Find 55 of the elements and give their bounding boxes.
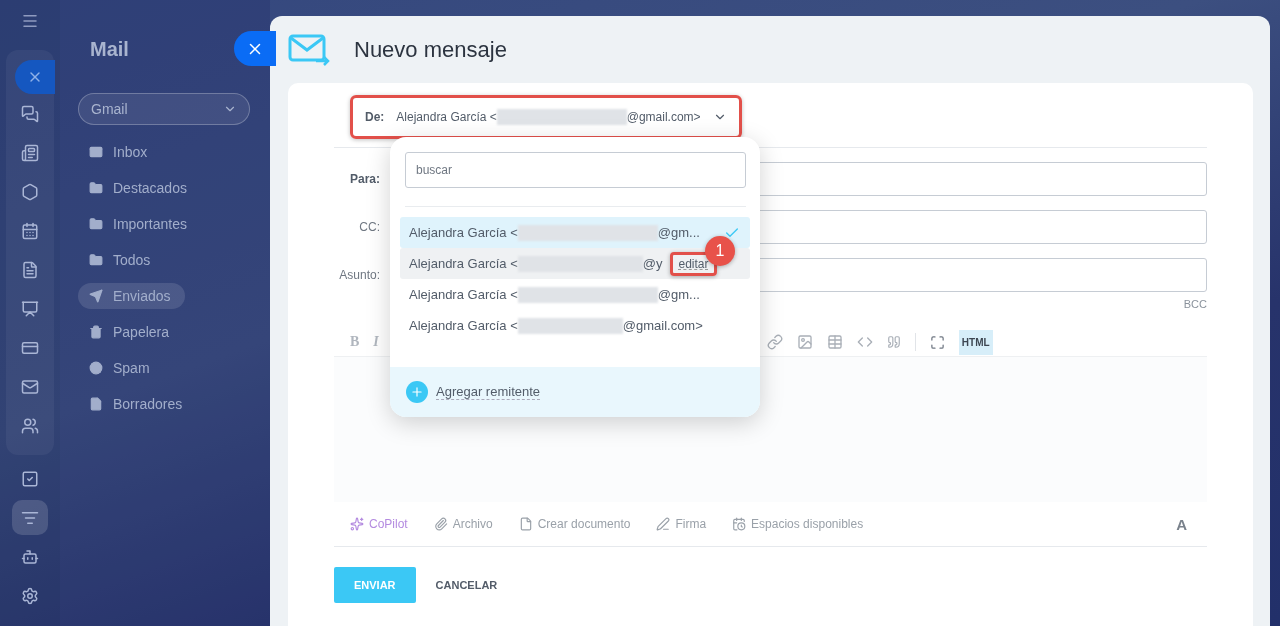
folder-item[interactable]: Enviados (78, 283, 185, 309)
sender-name: Alejandra García < (409, 318, 518, 333)
folder-icon (89, 253, 103, 267)
folder-item[interactable]: Spam (78, 355, 164, 381)
close-button[interactable] (234, 31, 276, 66)
folder-item[interactable]: Papelera (78, 319, 184, 345)
folder-item[interactable]: Inbox (78, 139, 162, 165)
cancel-button[interactable]: CANCELAR (429, 578, 504, 592)
field-label: Para: (348, 172, 380, 186)
sender-option[interactable]: Alejandra García < @gm... (400, 279, 750, 310)
paperclip-icon (433, 517, 448, 531)
html-button[interactable]: HTML (958, 329, 993, 355)
folder-item[interactable]: Destacados (78, 175, 201, 201)
link-icon[interactable] (766, 334, 783, 350)
copilot-icon (350, 517, 364, 531)
field-label: Asunto: (338, 268, 380, 282)
folder-icon (89, 181, 103, 195)
sender-domain: @y (642, 256, 663, 271)
sender-domain: @gmail.com> (622, 318, 703, 333)
trash-icon (89, 325, 103, 339)
add-sender-link[interactable]: Agregar remitente (436, 384, 541, 400)
folder-icon (89, 217, 103, 231)
sender-name: Alejandra García < (409, 256, 518, 271)
sender-domain: @gm... (657, 225, 700, 240)
account-select[interactable]: Gmail (78, 93, 250, 125)
panel-title: Mail (90, 38, 129, 61)
folder-item[interactable]: Borradores (78, 391, 197, 417)
fullscreen-icon[interactable] (929, 334, 945, 350)
calendar-icon (732, 517, 747, 531)
image-icon[interactable] (796, 334, 813, 350)
sender-domain: @gmail.com> (626, 110, 701, 124)
font-button[interactable]: A (1176, 515, 1187, 533)
menu-icon[interactable] (21, 12, 39, 30)
field-label: CC: (358, 220, 380, 234)
send-icon (89, 289, 103, 303)
sender-option[interactable]: Alejandra García < @gmail.com> (400, 310, 750, 341)
from-label: De: (365, 110, 385, 124)
document-icon (518, 517, 533, 531)
sender-name: Alejandra García < (409, 287, 518, 302)
close-button[interactable] (15, 60, 55, 94)
compose-action[interactable]: Archivo (433, 517, 493, 531)
sender-name: Alejandra García < (396, 110, 497, 124)
compose-title: Nuevo mensaje (354, 36, 507, 63)
compose-action[interactable]: CoPilot (350, 517, 408, 531)
document-icon (89, 397, 103, 411)
search-field[interactable]: buscar (405, 152, 746, 188)
sender-name: Alejandra García < (409, 225, 518, 240)
folder-item[interactable]: Todos (78, 247, 165, 273)
folder-item[interactable]: Importantes (78, 211, 201, 237)
compose-action[interactable]: Espacios disponibles (732, 517, 864, 531)
sender-domain: @gm... (657, 287, 700, 302)
pen-icon (656, 517, 671, 531)
filter-icon[interactable] (12, 500, 48, 535)
compose-action[interactable]: Firma (656, 517, 707, 531)
compose-action[interactable]: Crear documento (518, 517, 631, 531)
